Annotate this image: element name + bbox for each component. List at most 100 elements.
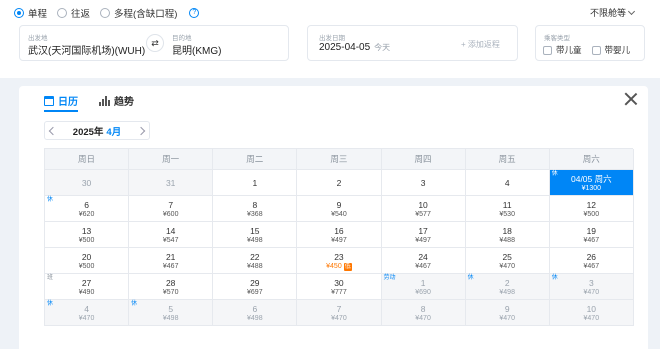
with-infant-option[interactable]: 带婴儿 — [591, 44, 631, 56]
calendar-day[interactable]: 14 ¥547 — [129, 222, 214, 248]
day-number: 28 — [165, 278, 176, 288]
from-field[interactable]: 武汉(天河国际机场)(WUH) — [28, 42, 145, 57]
checkbox-icon[interactable] — [543, 45, 552, 55]
calendar-day[interactable]: 29 ¥697 — [213, 274, 298, 300]
holiday-tag: 休 — [551, 171, 558, 177]
calendar-day[interactable]: 10 ¥470 — [549, 300, 634, 326]
calendar-day[interactable]: 9 ¥540 — [297, 196, 382, 222]
bar-chart-icon — [99, 95, 110, 106]
calendar-day[interactable]: 4 — [465, 170, 550, 196]
calendar-day[interactable]: 休 5 ¥498 — [129, 300, 214, 326]
day-number: 7 — [336, 304, 342, 314]
checkbox-icon[interactable] — [591, 45, 601, 55]
calendar-day[interactable]: 16 ¥497 — [297, 222, 382, 248]
day-price: ¥1300 — [550, 184, 633, 193]
day-price: ¥498 — [213, 314, 296, 323]
price-value: ¥498 — [247, 237, 263, 244]
radio-icon[interactable] — [57, 8, 68, 18]
radio-icon[interactable] — [100, 8, 111, 18]
day-price: ¥500 — [550, 210, 633, 219]
calendar-day[interactable]: 25 ¥470 — [465, 248, 550, 274]
calendar-day[interactable]: 休 3 ¥470 — [549, 274, 634, 300]
passenger-label: 乘客类型 — [544, 35, 570, 42]
calendar-day[interactable]: 22 ¥488 — [213, 248, 298, 274]
holiday-tag: 休 — [467, 275, 474, 281]
calendar-day[interactable]: 18 ¥488 — [465, 222, 550, 248]
day-number: 27 — [81, 278, 92, 288]
chevron-right-icon[interactable] — [136, 126, 146, 135]
calendar-day[interactable]: 8 ¥470 — [381, 300, 466, 326]
calendar-day[interactable]: 班 27 ¥490 — [45, 274, 130, 300]
price-value: ¥500 — [78, 237, 95, 244]
date-box: 出发日期 2025-04-05 今天 + 添加返程 — [307, 25, 518, 61]
price-value: ¥467 — [162, 263, 179, 270]
day-number: 19 — [586, 226, 597, 236]
trip-type-multi[interactable]: 多程(含缺口程) — [100, 6, 177, 20]
calendar-day[interactable]: 28 ¥570 — [129, 274, 214, 300]
calendar-day[interactable]: 17 ¥497 — [381, 222, 466, 248]
price-value: ¥777 — [331, 289, 347, 296]
calendar-day[interactable]: 23 ¥450 低 — [297, 248, 382, 274]
price-value: ¥470 — [331, 315, 347, 322]
price-value: ¥498 — [162, 315, 179, 322]
calendar-day[interactable]: 19 ¥467 — [549, 222, 634, 248]
calendar-day[interactable]: 20 ¥500 — [45, 248, 130, 274]
calendar-day[interactable]: 6 ¥498 — [213, 300, 298, 326]
calendar-day[interactable]: 26 ¥467 — [549, 248, 634, 274]
radio-icon[interactable] — [14, 8, 24, 18]
calendar-day[interactable]: 7 ¥470 — [297, 300, 382, 326]
with-child-option[interactable]: 带儿童 — [543, 44, 582, 56]
tab-trend[interactable]: 趋势 — [99, 93, 134, 108]
calendar-day[interactable]: 劳动 1 ¥690 — [381, 274, 466, 300]
help-icon[interactable]: ? — [189, 8, 200, 18]
passenger-box: 乘客类型 带儿童 带婴儿 — [535, 25, 645, 61]
weekday-header: 周日 — [45, 149, 130, 170]
calendar-day[interactable]: 10 ¥577 — [381, 196, 466, 222]
day-price: ¥777 — [297, 288, 380, 297]
calendar-day[interactable]: 15 ¥498 — [213, 222, 298, 248]
price-value: ¥697 — [247, 289, 263, 296]
month-navigator: 2025年 4月 — [44, 121, 150, 140]
calendar-day[interactable]: 休 6 ¥620 — [45, 196, 130, 222]
price-value: ¥570 — [162, 289, 179, 296]
calendar-day[interactable]: 3 — [381, 170, 466, 196]
calendar-day[interactable]: 12 ¥500 — [549, 196, 634, 222]
calendar-day[interactable]: 1 — [213, 170, 298, 196]
day-number: 8 — [252, 200, 258, 210]
price-value: ¥470 — [499, 315, 515, 322]
cabin-select[interactable]: 不限舱等 — [590, 6, 636, 19]
tab-calendar[interactable]: 日历 — [44, 93, 78, 108]
close-icon[interactable] — [624, 92, 638, 106]
calendar-day[interactable]: 21 ¥467 — [129, 248, 214, 274]
calendar-day[interactable]: 13 ¥500 — [45, 222, 130, 248]
swap-icon[interactable]: ⇄ — [146, 34, 164, 52]
tab-calendar-label: 日历 — [58, 97, 78, 108]
holiday-tag: 劳动 — [383, 275, 396, 281]
calendar-day[interactable]: 8 ¥368 — [213, 196, 298, 222]
calendar-day[interactable]: 24 ¥467 — [381, 248, 466, 274]
chevron-left-icon[interactable] — [48, 126, 58, 135]
calendar-day[interactable]: 31 — [129, 170, 214, 196]
day-number: 30 — [81, 178, 92, 188]
calendar-day[interactable]: 9 ¥470 — [465, 300, 550, 326]
trip-type-oneway[interactable]: 单程 — [14, 6, 47, 20]
calendar-day[interactable]: 休 4 ¥470 — [45, 300, 130, 326]
date-field[interactable]: 2025-04-05 今天 — [319, 42, 390, 53]
calendar-day[interactable]: 7 ¥600 — [129, 196, 214, 222]
calendar-day[interactable]: 30 — [45, 170, 130, 196]
with-infant-label: 带婴儿 — [604, 45, 631, 55]
calendar-day-selected[interactable]: 休 04/05 周六 ¥1300 — [549, 170, 634, 196]
price-value: ¥488 — [499, 237, 515, 244]
day-number: 14 — [165, 226, 176, 236]
calendar-day[interactable]: 2 — [297, 170, 382, 196]
price-value: ¥620 — [78, 211, 95, 218]
month-label: 2025年 4月 — [73, 124, 121, 138]
calendar-day[interactable]: 30 ¥777 — [297, 274, 382, 300]
trip-type-roundtrip[interactable]: 往返 — [57, 6, 90, 20]
calendar-day[interactable]: 11 ¥530 — [465, 196, 550, 222]
price-value: ¥470 — [415, 315, 431, 322]
to-field[interactable]: 昆明(KMG) — [172, 42, 221, 57]
add-return-button[interactable]: + 添加返程 — [461, 39, 500, 50]
calendar-day[interactable]: 休 2 ¥498 — [465, 274, 550, 300]
price-value: ¥1300 — [581, 185, 602, 192]
